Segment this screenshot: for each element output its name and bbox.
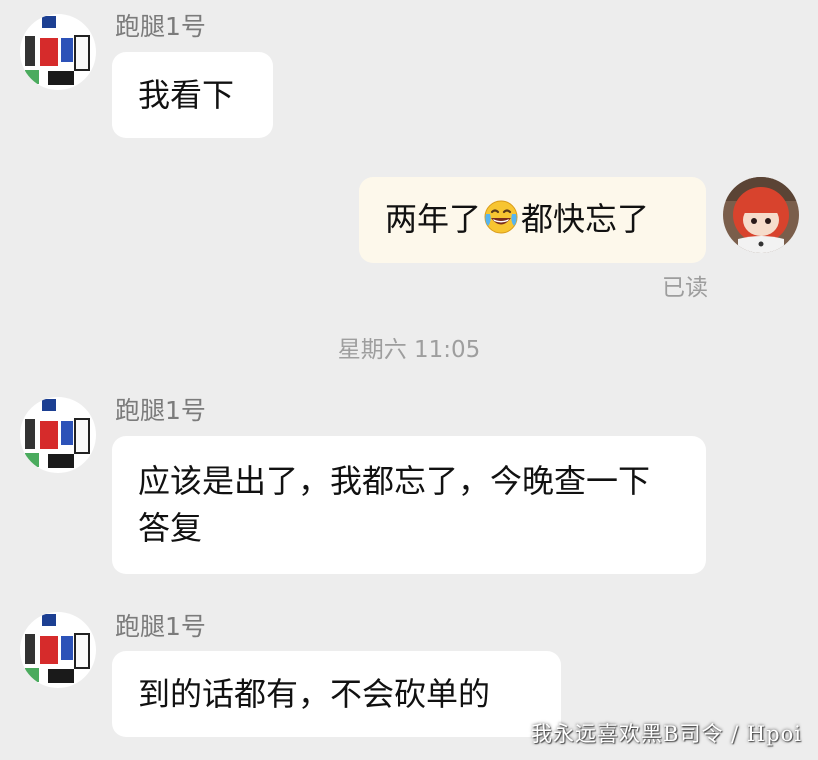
message-bubble[interactable]: 应该是出了，我都忘了，今晚查一下答复 (112, 436, 706, 574)
message-text: 应该是出了，我都忘了，今晚查一下答复 (138, 462, 651, 547)
message-text: 两年了 (385, 200, 482, 238)
watermark: 我永远喜欢黑B司令 / Hpoi (531, 722, 802, 746)
sender-name: 跑腿1号 (115, 396, 206, 425)
message-text: 到的话都有，不会砍单的 (138, 675, 491, 713)
message-bubble-me[interactable]: 两年了 都快忘了 (359, 177, 706, 263)
contact-avatar[interactable] (20, 397, 96, 473)
message-text: 我看下 (138, 76, 235, 114)
sender-name: 跑腿1号 (115, 12, 206, 41)
tears-of-joy-emoji-icon (483, 199, 519, 235)
my-avatar[interactable] (723, 177, 799, 253)
message-bubble[interactable]: 到的话都有，不会砍单的 (112, 651, 561, 737)
sender-name: 跑腿1号 (115, 612, 206, 641)
contact-avatar[interactable] (20, 612, 96, 688)
message-bubble[interactable]: 我看下 (112, 52, 273, 138)
time-divider: 星期六 11:05 (337, 337, 481, 363)
message-text: 都快忘了 (521, 200, 650, 238)
read-status: 已读 (662, 275, 708, 301)
contact-avatar[interactable] (20, 14, 96, 90)
